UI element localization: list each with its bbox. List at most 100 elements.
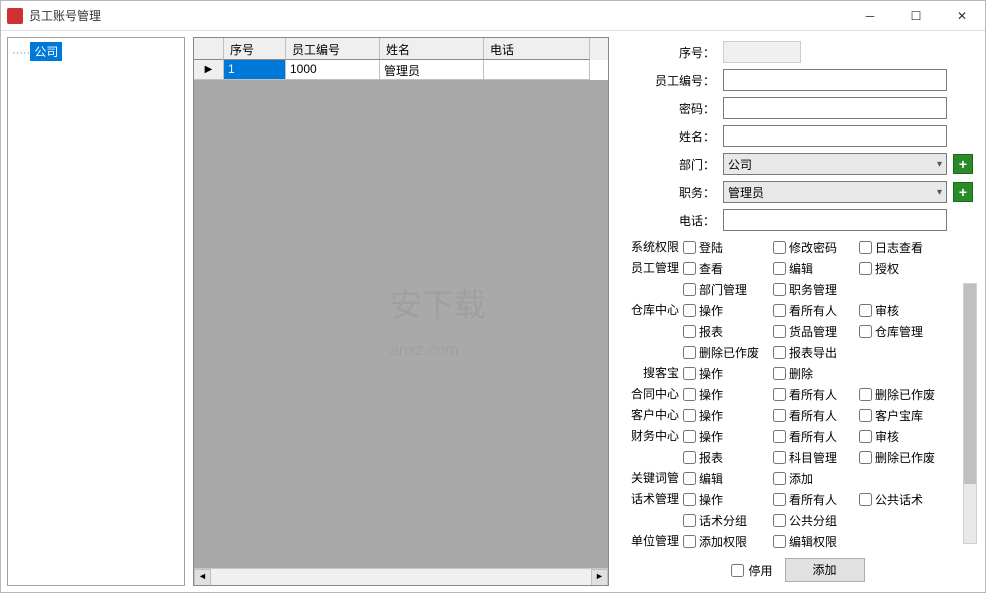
password-field[interactable] <box>723 97 947 119</box>
perm-checkbox[interactable] <box>683 514 696 527</box>
col-header-name[interactable]: 姓名 <box>380 38 484 60</box>
name-field[interactable] <box>723 125 947 147</box>
close-button[interactable]: ✕ <box>939 1 985 31</box>
perm-checkbox[interactable] <box>683 388 696 401</box>
empno-field[interactable] <box>723 69 947 91</box>
perm-item[interactable]: 科目管理 <box>773 449 859 466</box>
perm-item[interactable]: 公共分组 <box>773 512 859 529</box>
disable-checkbox[interactable]: 停用 <box>731 562 772 579</box>
perm-checkbox[interactable] <box>859 430 872 443</box>
employee-grid[interactable]: 序号 员工编号 姓名 电话 ▶ 1 1000 管理员 ◄ <box>193 37 609 586</box>
perm-checkbox[interactable] <box>683 304 696 317</box>
perm-item[interactable]: 删除已作废 <box>683 344 773 361</box>
perm-checkbox[interactable] <box>773 325 786 338</box>
perm-item[interactable]: 仓库管理 <box>859 323 949 340</box>
perm-vscrollbar[interactable] <box>963 283 977 544</box>
perm-item[interactable]: 操作 <box>683 365 773 382</box>
perm-item[interactable]: 添加 <box>773 470 859 487</box>
perm-checkbox[interactable] <box>773 472 786 485</box>
perm-checkbox[interactable] <box>773 367 786 380</box>
phone-field[interactable] <box>723 209 947 231</box>
scroll-left-icon[interactable]: ◄ <box>194 569 211 586</box>
perm-checkbox[interactable] <box>683 535 696 548</box>
tree-node-company[interactable]: 公司 <box>30 42 62 61</box>
perm-item[interactable]: 修改密码 <box>773 239 859 256</box>
perm-checkbox[interactable] <box>773 535 786 548</box>
perm-item[interactable]: 操作 <box>683 428 773 445</box>
cell-seq[interactable]: 1 <box>224 60 286 80</box>
perm-checkbox[interactable] <box>773 493 786 506</box>
dept-select[interactable]: 公司 ▾ <box>723 153 947 175</box>
perm-item[interactable]: 报表 <box>683 323 773 340</box>
add-role-button[interactable]: + <box>953 182 973 202</box>
perm-item[interactable]: 审核 <box>859 302 949 319</box>
perm-checkbox[interactable] <box>683 283 696 296</box>
perm-item[interactable]: 报表 <box>683 449 773 466</box>
scroll-right-icon[interactable]: ► <box>591 569 608 586</box>
perm-item[interactable]: 编辑权限 <box>773 533 859 550</box>
perm-checkbox[interactable] <box>773 388 786 401</box>
minimize-button[interactable]: ─ <box>847 1 893 31</box>
perm-item[interactable]: 操作 <box>683 407 773 424</box>
perm-checkbox[interactable] <box>773 304 786 317</box>
perm-checkbox[interactable] <box>773 262 786 275</box>
grid-hscrollbar[interactable]: ◄ ► <box>194 568 608 585</box>
cell-phone[interactable] <box>484 60 590 80</box>
perm-item[interactable]: 编辑 <box>683 470 773 487</box>
perm-checkbox[interactable] <box>859 493 872 506</box>
perm-checkbox[interactable] <box>683 241 696 254</box>
perm-item[interactable]: 公共话术 <box>859 491 949 508</box>
cell-empno[interactable]: 1000 <box>286 60 380 80</box>
perm-item[interactable]: 编辑 <box>773 260 859 277</box>
perm-item[interactable]: 日志查看 <box>859 239 949 256</box>
perm-checkbox[interactable] <box>859 388 872 401</box>
perm-item[interactable]: 客户宝库 <box>859 407 949 424</box>
perm-checkbox[interactable] <box>683 451 696 464</box>
perm-item[interactable]: 话术分组 <box>683 512 773 529</box>
perm-checkbox[interactable] <box>683 493 696 506</box>
perm-item[interactable]: 操作 <box>683 491 773 508</box>
col-header-seq[interactable]: 序号 <box>224 38 286 60</box>
perm-checkbox[interactable] <box>859 409 872 422</box>
perm-checkbox[interactable] <box>859 451 872 464</box>
role-select[interactable]: 管理员 ▾ <box>723 181 947 203</box>
col-header-empno[interactable]: 员工编号 <box>286 38 380 60</box>
perm-item[interactable]: 看所有人 <box>773 428 859 445</box>
perm-checkbox[interactable] <box>773 346 786 359</box>
perm-checkbox[interactable] <box>683 367 696 380</box>
perm-checkbox[interactable] <box>859 304 872 317</box>
perm-item[interactable]: 查看 <box>683 260 773 277</box>
maximize-button[interactable]: ☐ <box>893 1 939 31</box>
perm-item[interactable]: 看所有人 <box>773 386 859 403</box>
perm-item[interactable]: 部门管理 <box>683 281 773 298</box>
perm-checkbox[interactable] <box>773 451 786 464</box>
perm-checkbox[interactable] <box>683 262 696 275</box>
add-button[interactable]: 添加 <box>785 558 865 582</box>
perm-item[interactable]: 添加权限 <box>683 533 773 550</box>
perm-checkbox[interactable] <box>683 346 696 359</box>
perm-item[interactable]: 登陆 <box>683 239 773 256</box>
perm-item[interactable]: 操作 <box>683 386 773 403</box>
perm-checkbox[interactable] <box>773 430 786 443</box>
perm-item[interactable]: 删除已作废 <box>859 386 949 403</box>
perm-checkbox[interactable] <box>773 514 786 527</box>
add-dept-button[interactable]: + <box>953 154 973 174</box>
perm-checkbox[interactable] <box>773 409 786 422</box>
perm-checkbox[interactable] <box>859 325 872 338</box>
perm-checkbox[interactable] <box>773 283 786 296</box>
perm-checkbox[interactable] <box>683 430 696 443</box>
row-selector-icon[interactable]: ▶ <box>194 60 224 80</box>
perm-item[interactable]: 货品管理 <box>773 323 859 340</box>
perm-item[interactable]: 删除 <box>773 365 859 382</box>
department-tree[interactable]: ·····公司 <box>7 37 185 586</box>
perm-item[interactable]: 看所有人 <box>773 407 859 424</box>
cell-name[interactable]: 管理员 <box>380 60 484 80</box>
perm-item[interactable]: 看所有人 <box>773 302 859 319</box>
perm-checkbox[interactable] <box>859 262 872 275</box>
perm-item[interactable]: 职务管理 <box>773 281 859 298</box>
table-row[interactable]: ▶ 1 1000 管理员 <box>194 60 608 80</box>
perm-checkbox[interactable] <box>859 241 872 254</box>
perm-item[interactable]: 报表导出 <box>773 344 859 361</box>
perm-checkbox[interactable] <box>773 241 786 254</box>
col-header-phone[interactable]: 电话 <box>484 38 590 60</box>
